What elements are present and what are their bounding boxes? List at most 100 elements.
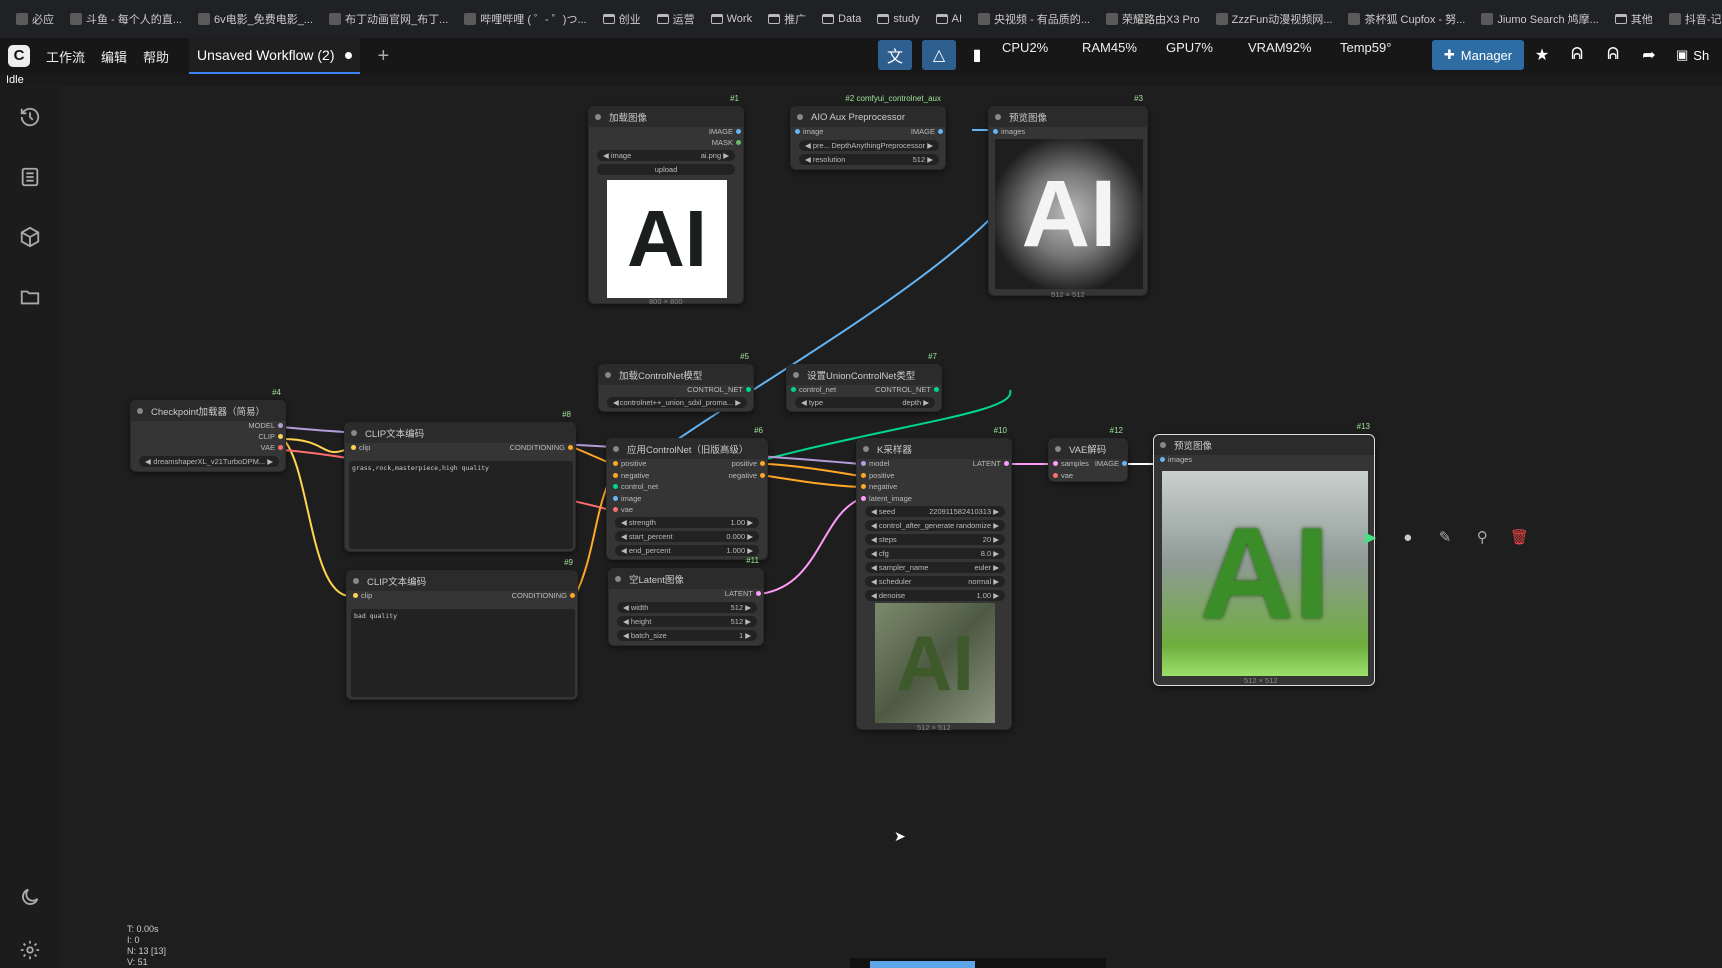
socket-dot[interactable] xyxy=(736,140,741,145)
widget[interactable]: ◀ end_percent 1.000 ▶ xyxy=(615,545,759,556)
socket-dot[interactable] xyxy=(351,445,356,450)
socket-dot[interactable] xyxy=(568,445,573,450)
node-title-bar[interactable]: 设置UnionControlNet类型 xyxy=(787,365,941,385)
bookmark-item[interactable]: 哔哩哔哩 ( ゜- ゜)つ... xyxy=(456,11,594,27)
node-title-bar[interactable]: 应用ControlNet（旧版高级） xyxy=(607,439,767,459)
widget[interactable]: ◀ resolution 512 ▶ xyxy=(799,154,939,165)
node-preview2[interactable]: 预览图像 #13 images AI 512 × 512 xyxy=(1153,422,1375,686)
bypass-icon[interactable]: ✎ xyxy=(1429,523,1460,551)
queue-icon[interactable] xyxy=(16,163,44,191)
socket-dot[interactable] xyxy=(613,507,618,512)
bookmark-icon[interactable]: ▮ xyxy=(960,40,994,70)
bookmark-item[interactable]: 荣耀路由X3 Pro xyxy=(1098,11,1208,27)
socket-dot[interactable] xyxy=(861,495,866,501)
socket-dot[interactable] xyxy=(861,472,866,478)
widget[interactable]: ◀ steps 20 ▶ xyxy=(865,534,1005,545)
translate-icon[interactable]: 文 xyxy=(878,40,912,70)
bookmark-item[interactable]: AI xyxy=(928,13,970,25)
share-icon[interactable]: ➦ xyxy=(1632,40,1666,70)
widget[interactable]: ◀ strength 1.00 ▶ xyxy=(615,517,759,528)
node-load_image[interactable]: 加载图像 #1 IMAGE MASK ◀ image ai.png ▶ upload AI 80… xyxy=(588,94,744,306)
socket-dot[interactable] xyxy=(278,445,283,450)
node-preview1[interactable]: 预览图像 #3 images AI 512 × 512 xyxy=(988,94,1148,299)
socket-dot[interactable] xyxy=(353,593,358,598)
manager-button[interactable]: ✚ Manager xyxy=(1432,40,1524,70)
socket-dot[interactable] xyxy=(993,129,998,134)
menu-help[interactable]: 帮助 xyxy=(143,47,169,66)
collapse-dot-icon[interactable] xyxy=(1055,446,1061,452)
socket-dot[interactable] xyxy=(938,129,943,134)
bookmark-item[interactable]: 抖音-记录美好生活 xyxy=(1661,11,1722,27)
node-checkpoint[interactable]: Checkpoint加载器（简易） #4 MODEL CLIP VAE ◀ dreamsh… xyxy=(130,388,286,472)
bookmark-item[interactable]: 运营 xyxy=(649,11,703,27)
socket-dot[interactable] xyxy=(760,461,765,466)
node-union_type[interactable]: 设置UnionControlNet类型 #7 control_net CONTROL_… xyxy=(786,352,942,412)
collapse-dot-icon[interactable] xyxy=(615,576,621,582)
moon-icon[interactable] xyxy=(16,883,44,911)
widget[interactable]: ◀ image ai.png ▶ xyxy=(597,150,735,161)
pin-icon[interactable]: ⚲ xyxy=(1467,523,1498,551)
prompt-textarea[interactable]: grass,rock,masterpiece,high quality xyxy=(349,461,573,549)
node-title-bar[interactable]: 空Latent图像 xyxy=(609,569,763,589)
socket-dot[interactable] xyxy=(613,461,618,466)
bookmark-item[interactable]: 6v电影_免费电影_... xyxy=(190,11,321,27)
widget[interactable]: ◀ cfg 8.0 ▶ xyxy=(865,548,1005,559)
triangle-icon[interactable]: △ xyxy=(922,40,956,70)
widget[interactable]: ◀ type depth ▶ xyxy=(795,397,935,408)
collapse-dot-icon[interactable] xyxy=(353,578,359,584)
share-button[interactable]: ▣ Sh xyxy=(1676,40,1722,70)
node-title-bar[interactable]: CLIP文本编码 xyxy=(345,423,575,443)
widget[interactable]: ◀ pre... DepthAnythingPreprocessor ▶ xyxy=(799,140,939,151)
node-title-bar[interactable]: Checkpoint加载器（简易） xyxy=(131,401,285,421)
node-title-bar[interactable]: 预览图像 xyxy=(989,107,1147,127)
widget[interactable]: ◀ batch_size 1 ▶ xyxy=(617,630,757,641)
socket-dot[interactable] xyxy=(613,495,618,501)
collapse-dot-icon[interactable] xyxy=(137,408,143,414)
menu-workflow[interactable]: 工作流 xyxy=(46,47,85,66)
model-icon[interactable]: ᕱ xyxy=(1560,40,1594,70)
socket-dot[interactable] xyxy=(1160,457,1165,462)
node-aio[interactable]: AIO Aux Preprocessor #2 comfyui_controlne… xyxy=(790,94,946,170)
bookmark-item[interactable]: study xyxy=(869,13,927,25)
node-vae_decode[interactable]: VAE解码 #12 samples vae IMAGE xyxy=(1048,426,1128,482)
collapse-dot-icon[interactable] xyxy=(995,114,1001,120)
socket-dot[interactable] xyxy=(861,461,866,466)
widget[interactable]: ◀ controlnet++_union_sdxl_proma... ▶ xyxy=(607,397,747,408)
bookmark-item[interactable]: 必应 xyxy=(8,11,62,27)
collapse-dot-icon[interactable] xyxy=(793,372,799,378)
upload-button[interactable]: upload xyxy=(597,164,735,175)
collapse-dot-icon[interactable] xyxy=(605,372,611,378)
delete-icon[interactable]: 🗑 xyxy=(1504,523,1535,551)
bookmark-item[interactable]: 茶杯狐 Cupfox - 努... xyxy=(1340,11,1473,27)
collapse-dot-icon[interactable] xyxy=(595,114,601,120)
socket-dot[interactable] xyxy=(278,423,283,428)
new-tab-button[interactable]: + xyxy=(378,45,390,68)
star-icon[interactable]: ★ xyxy=(1525,40,1559,70)
bookmark-item[interactable]: 央视频 - 有品质的... xyxy=(970,11,1098,27)
widget[interactable]: ◀ dreamshaperXL_v21TurboDPM... ▶ xyxy=(139,456,279,467)
cube-icon[interactable] xyxy=(16,223,44,251)
collapse-dot-icon[interactable] xyxy=(797,114,803,120)
socket-dot[interactable] xyxy=(1053,461,1058,466)
socket-dot[interactable] xyxy=(1053,472,1058,478)
socket-dot[interactable] xyxy=(736,129,741,134)
node-ksampler[interactable]: K采样器 #10 model positive negative latent_image… xyxy=(856,426,1012,732)
widget[interactable]: ◀ denoise 1.00 ▶ xyxy=(865,590,1005,601)
node-controlnet_loader[interactable]: 加载ControlNet模型 #5 CONTROL_NET ◀ controlnet+… xyxy=(598,352,754,412)
widget[interactable]: ◀ height 512 ▶ xyxy=(617,616,757,627)
socket-dot[interactable] xyxy=(791,387,796,392)
socket-dot[interactable] xyxy=(760,472,765,478)
widget[interactable]: ◀ seed 220911582410313 ▶ xyxy=(865,506,1005,517)
folder-icon[interactable] xyxy=(16,283,44,311)
bookmark-item[interactable]: 创业 xyxy=(595,11,649,27)
widget[interactable]: ◀ width 512 ▶ xyxy=(617,602,757,613)
bookmark-item[interactable]: 其他 xyxy=(1607,11,1661,27)
widget[interactable]: ◀ start_percent 0.000 ▶ xyxy=(615,531,759,542)
socket-dot[interactable] xyxy=(1122,461,1127,466)
collapse-dot-icon[interactable] xyxy=(613,446,619,452)
node-title-bar[interactable]: 加载图像 xyxy=(589,107,743,127)
socket-dot[interactable] xyxy=(756,591,761,596)
socket-dot[interactable] xyxy=(861,484,866,489)
bookmark-item[interactable]: ZzzFun动漫视频网... xyxy=(1208,11,1341,27)
node-latent[interactable]: 空Latent图像 #11 LATENT ◀ width 512 ▶ ◀ height 51… xyxy=(608,556,764,646)
